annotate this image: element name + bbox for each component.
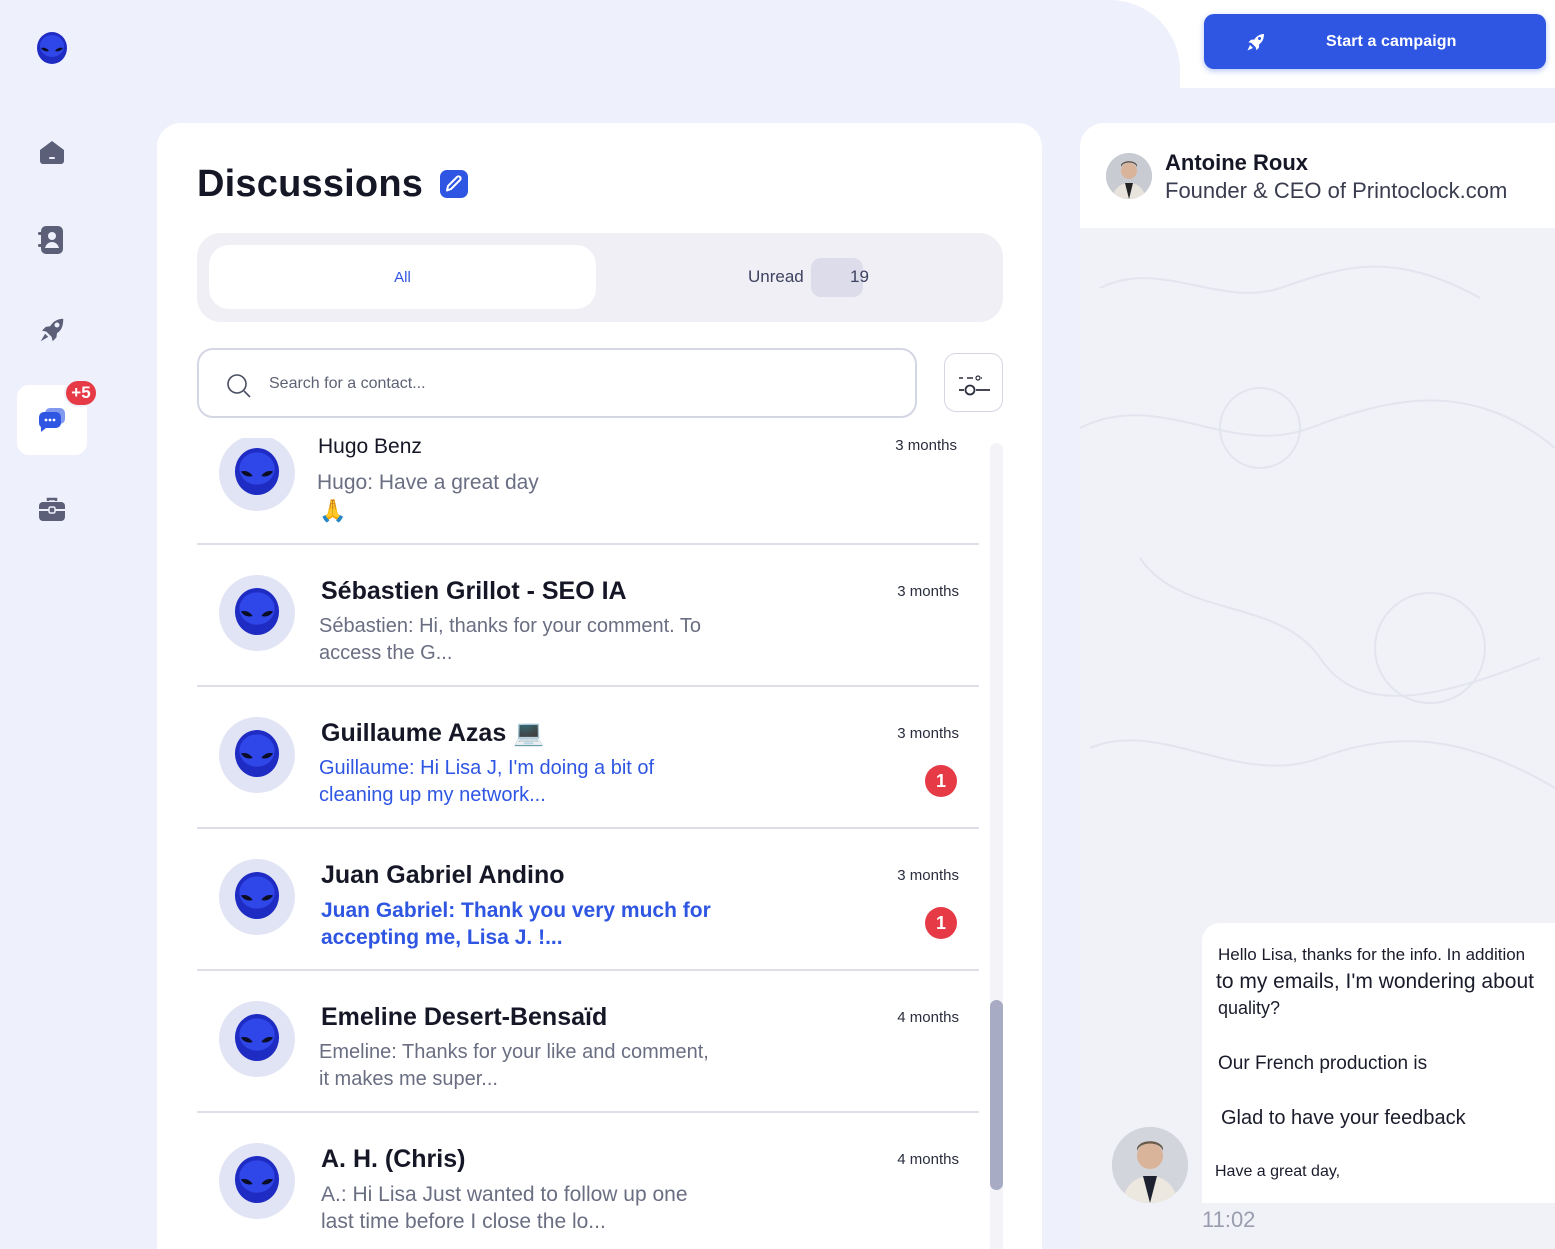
chat-panel: Antoine Roux Founder & CEO of Printocloc… [1080,123,1555,1249]
sidebar-item-home[interactable] [17,117,87,187]
contact-name: Hugo Benz [318,438,422,458]
search-icon [227,374,251,398]
conversation-row[interactable]: Emeline Desert-Bensaïd 4 months Emeline:… [197,971,979,1113]
avatar [219,1001,295,1077]
message-time: 3 months [897,725,959,742]
message-time: 3 months [897,867,959,884]
sidebar-item-jobs[interactable] [17,475,87,545]
message-line: Our French production is [1218,1053,1428,1074]
conversation-row[interactable]: Sébastien Grillot - SEO IA 3 months Séba… [197,545,979,687]
message-preview: Sébastien: Hi, thanks for your comment. … [319,615,702,664]
message-line: Have a great day, [1215,1163,1341,1180]
contact-avatar[interactable] [1106,153,1152,199]
start-campaign-button[interactable]: Start a campaign [1204,14,1546,69]
contact-name: Antoine Roux [1165,150,1308,175]
unread-badge: 1 [925,907,957,939]
messages-count-badge: +5 [64,379,98,407]
search-box [197,348,917,418]
message-time: 3 months [897,583,959,600]
contacts-icon [38,226,63,254]
discussions-panel: Discussions All Unread 19 Hugo Benz [157,123,1042,1249]
conversation-row[interactable]: Guillaume Azas 💻 3 months Guillaume: Hi … [197,687,979,829]
alien-avatar-icon [234,1156,280,1204]
conversation-list: Hugo Benz 3 months Hugo: Have a great da… [197,438,979,1249]
contact-name: Sébastien Grillot - SEO IA [321,577,627,605]
message-time: 11:02 [1202,1207,1256,1232]
rocket-icon [40,318,64,342]
contact-name: Guillaume Azas 💻 [321,719,545,747]
message-time: 4 months [897,1151,959,1168]
avatar [219,438,295,511]
person-photo-icon [1112,1127,1188,1203]
list-scrollbar-thumb[interactable] [990,1000,1003,1190]
briefcase-icon [39,497,65,521]
contact-role: Founder & CEO of Printoclock.com [1165,178,1508,203]
contact-name: Emeline Desert-Bensaïd [321,1003,608,1031]
message-line: Glad to have your feedback [1221,1107,1466,1129]
tab-unread[interactable]: Unread [748,267,804,287]
conversation-row[interactable]: A. H. (Chris) 4 months A.: Hi Lisa Just … [197,1113,979,1249]
search-input[interactable] [269,370,869,398]
conversation-row[interactable]: Juan Gabriel Andino 3 months Juan Gabrie… [197,829,979,971]
sidebar-item-campaigns[interactable] [17,295,87,365]
alien-logo-icon [37,32,67,64]
tab-all-label: All [394,268,411,286]
avatar [219,859,295,935]
message-preview: Guillaume: Hi Lisa J, I'm doing a bit of… [319,757,655,806]
sender-avatar[interactable] [1112,1127,1188,1203]
message-preview: A.: Hi Lisa Just wanted to follow up one… [321,1183,688,1233]
message-line: to my emails, I'm wondering about [1216,970,1534,993]
message-line: quality? [1218,998,1281,1018]
message-time: 4 months [897,1009,959,1026]
home-icon [40,141,64,164]
filter-tabs: All Unread 19 [197,233,1003,322]
message-bubble: Hello Lisa, thanks for the info. In addi… [1202,923,1555,1203]
alien-avatar-icon [234,588,280,636]
alien-avatar-icon [234,448,280,496]
filter-settings-button[interactable] [944,353,1003,412]
avatar [219,717,295,793]
avatar [219,575,295,651]
page-title: Discussions [197,163,424,205]
sidebar-item-contacts[interactable] [17,205,87,275]
background-pattern [1080,265,1555,789]
unread-badge: 1 [925,765,957,797]
message-line: Hello Lisa, thanks for the info. In addi… [1218,945,1526,964]
alien-avatar-icon [234,872,280,920]
sliders-icon [959,375,990,396]
start-campaign-label: Start a campaign [1326,33,1457,50]
avatar [219,1143,295,1219]
compose-icon[interactable] [439,169,469,199]
contact-name: A. H. (Chris) [321,1145,466,1173]
alien-avatar-icon [234,1014,280,1062]
unread-count: 19 [850,267,869,286]
rocket-icon [1247,34,1264,51]
person-photo-icon [1106,153,1152,199]
message-preview: Juan Gabriel: Thank you very much for ac… [321,899,711,949]
message-preview: Emeline: Thanks for your like and commen… [319,1041,709,1090]
conversation-row[interactable]: Hugo Benz 3 months Hugo: Have a great da… [197,438,979,545]
message-preview: Hugo: Have a great day [317,471,539,494]
chat-header: Antoine Roux Founder & CEO of Printocloc… [1080,123,1555,228]
messages-icon [39,408,65,432]
message-time: 3 months [895,438,957,454]
tab-all[interactable]: All [209,245,596,309]
alien-avatar-icon [234,730,280,778]
contact-name: Juan Gabriel Andino [321,861,565,889]
message-emoji: 🙏 [319,498,347,523]
